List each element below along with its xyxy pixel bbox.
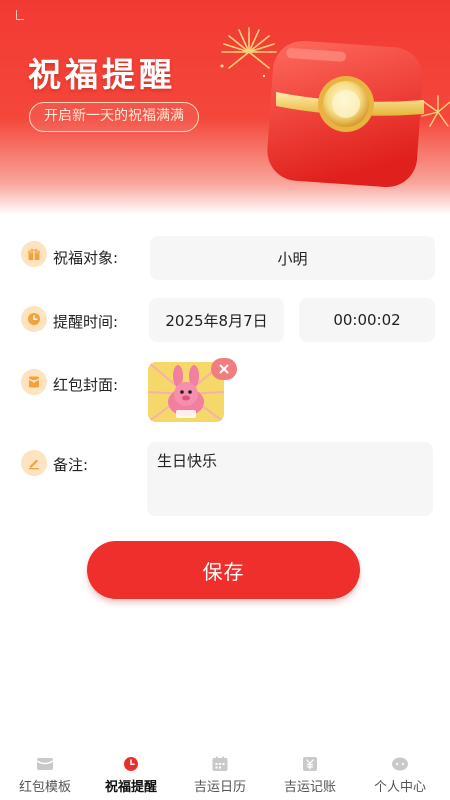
pencil-icon (21, 450, 47, 476)
tab-label: 吉运日历 (193, 780, 246, 795)
recipient-label: 祝福对象: (53, 249, 119, 267)
red-envelope-illustration (267, 40, 424, 188)
cover-label: 红包封面: (53, 376, 119, 394)
tab-lucky-calendar[interactable]: 吉运日历 (175, 748, 265, 800)
tab-label: 祝福提醒 (104, 780, 157, 795)
time-picker[interactable]: 00:00:02 (299, 298, 435, 342)
note-textarea[interactable]: 生日快乐 (147, 442, 433, 516)
bottom-tab-bar: 红包模板 祝福提醒 吉运日历 吉运记账 个人中心 (0, 748, 450, 800)
tab-lucky-accounting[interactable]: 吉运记账 (265, 748, 355, 800)
gift-icon (21, 241, 47, 267)
tab-label: 个人中心 (373, 780, 426, 795)
tab-red-envelope-templates[interactable]: 红包模板 (0, 748, 90, 800)
clock-icon (124, 757, 138, 771)
tab-label: 吉运记账 (283, 780, 336, 795)
page-title: 祝福提醒 (28, 55, 176, 94)
tab-label: 红包模板 (18, 780, 71, 795)
recipient-field[interactable]: 小明 (150, 236, 435, 280)
calendar-icon (212, 756, 228, 771)
note-label: 备注: (53, 456, 89, 474)
remove-cover-button[interactable] (211, 358, 237, 380)
save-button[interactable]: 保存 (87, 541, 360, 599)
tab-personal-center[interactable]: 个人中心 (355, 748, 445, 800)
envelope-icon (36, 758, 54, 770)
tab-blessing-reminder[interactable]: 祝福提醒 (86, 748, 176, 800)
banner-subtitle: 开启新一天的祝福满满 (29, 102, 199, 132)
user-icon (392, 757, 408, 771)
clock-icon (21, 306, 47, 332)
close-icon (219, 364, 229, 374)
reminder-time-label: 提醒时间: (53, 313, 119, 331)
header-banner: 祝福提醒 开启新一天的祝福满满 (0, 0, 450, 215)
corner-mark (16, 10, 24, 20)
ledger-icon (303, 757, 317, 771)
red-envelope-icon (21, 369, 47, 395)
date-picker[interactable]: 2025年8月7日 (149, 298, 284, 342)
